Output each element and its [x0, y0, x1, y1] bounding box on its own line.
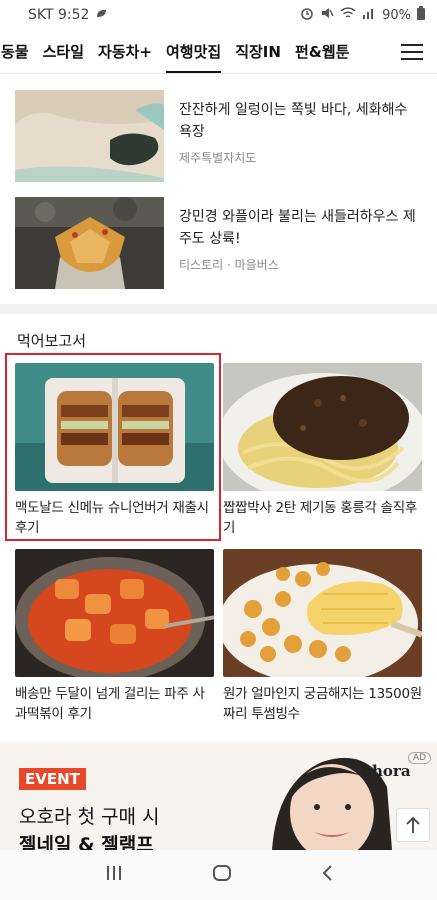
battery-level: 90%: [382, 7, 411, 23]
food-card[interactable]: 짭짭박사 2탄 제기동 홍릉각 솔직후기: [223, 363, 422, 538]
category-nav: 동물 스타일 자동차+ 여행맛집 직장IN 펀&웹툰: [0, 30, 437, 74]
food-card[interactable]: 원가 얼마인지 궁금해지는 13500원짜리 투썸빙수: [223, 549, 422, 724]
ad-badge: AD: [408, 752, 432, 764]
ad-banner[interactable]: EVENT 오호라 첫 구매 시 젤네일 & 젤램프 ohora AD: [0, 742, 437, 850]
hamburger-icon: [401, 44, 423, 60]
article-item[interactable]: 잔잔하게 일렁이는 쪽빛 바다, 세화해수욕장 제주특별자치도: [15, 90, 425, 182]
back-button[interactable]: [321, 864, 333, 886]
hamburger-menu-button[interactable]: [387, 30, 437, 73]
ad-headline: 오호라 첫 구매 시: [19, 806, 160, 828]
article-thumbnail: [15, 90, 164, 182]
card-thumbnail: [223, 363, 422, 491]
recent-apps-icon: [106, 866, 121, 880]
wifi-icon: [340, 6, 356, 24]
ad-subheadline: 젤네일 & 젤램프: [19, 834, 154, 850]
scroll-to-top-button[interactable]: [396, 808, 430, 842]
home-icon: [212, 865, 231, 881]
article-item[interactable]: 강민경 와플이라 불리는 새들러하우스 제주도 상륙! 티스토리 · 마을버스: [15, 197, 425, 289]
tab-fun-webtoon[interactable]: 펀&웹툰: [288, 30, 356, 73]
article-source: 제주특별자치도: [179, 151, 257, 165]
tab-work[interactable]: 직장IN: [228, 30, 288, 73]
carrier-time: SKT 9:52: [28, 7, 90, 23]
article-title: 강민경 와플이라 불리는 새들러하우스 제주도 상륙!: [179, 209, 416, 247]
notification-icon: [95, 7, 108, 24]
recent-apps-button[interactable]: [105, 865, 123, 885]
category-tabs: 동물 스타일 자동차+ 여행맛집 직장IN 펀&웹툰: [0, 30, 356, 73]
arrow-up-icon: [406, 816, 420, 833]
signal-icon: [362, 6, 376, 24]
card-thumbnail: [223, 549, 422, 677]
tab-style[interactable]: 스타일: [36, 30, 91, 73]
mute-icon: [320, 6, 334, 24]
status-bar: SKT 9:52 90%: [0, 0, 437, 30]
system-nav-bar: [0, 850, 437, 900]
card-caption: 짭짭박사 2탄 제기동 홍릉각 솔직후기: [223, 500, 417, 536]
article-thumbnail: [15, 197, 164, 289]
article-source: 티스토리 · 마을버스: [179, 258, 279, 272]
card-caption: 배송만 두달이 넘게 걸리는 파주 사과떡볶이 후기: [15, 686, 205, 722]
selection-highlight: [5, 353, 221, 541]
section-divider: [0, 304, 437, 314]
tab-animal[interactable]: 동물: [0, 30, 36, 73]
card-caption: 원가 얼마인지 궁금해지는 13500원짜리 투썸빙수: [223, 686, 422, 722]
ad-event-label: EVENT: [19, 768, 86, 790]
battery-icon: [417, 6, 425, 24]
home-button[interactable]: [212, 864, 232, 886]
card-thumbnail: [15, 549, 214, 677]
alarm-icon: [300, 6, 314, 24]
tab-car[interactable]: 자동차+: [91, 30, 159, 73]
back-icon: [322, 865, 332, 881]
section-title: 먹어보고서: [17, 332, 87, 350]
ad-model-image: [272, 757, 392, 850]
tab-travel-food[interactable]: 여행맛집: [159, 30, 228, 73]
food-card[interactable]: 배송만 두달이 넘게 걸리는 파주 사과떡볶이 후기: [15, 549, 214, 724]
article-title: 잔잔하게 일렁이는 쪽빛 바다, 세화해수욕장: [179, 102, 408, 140]
ad-brand-logo: ohora: [362, 762, 411, 780]
